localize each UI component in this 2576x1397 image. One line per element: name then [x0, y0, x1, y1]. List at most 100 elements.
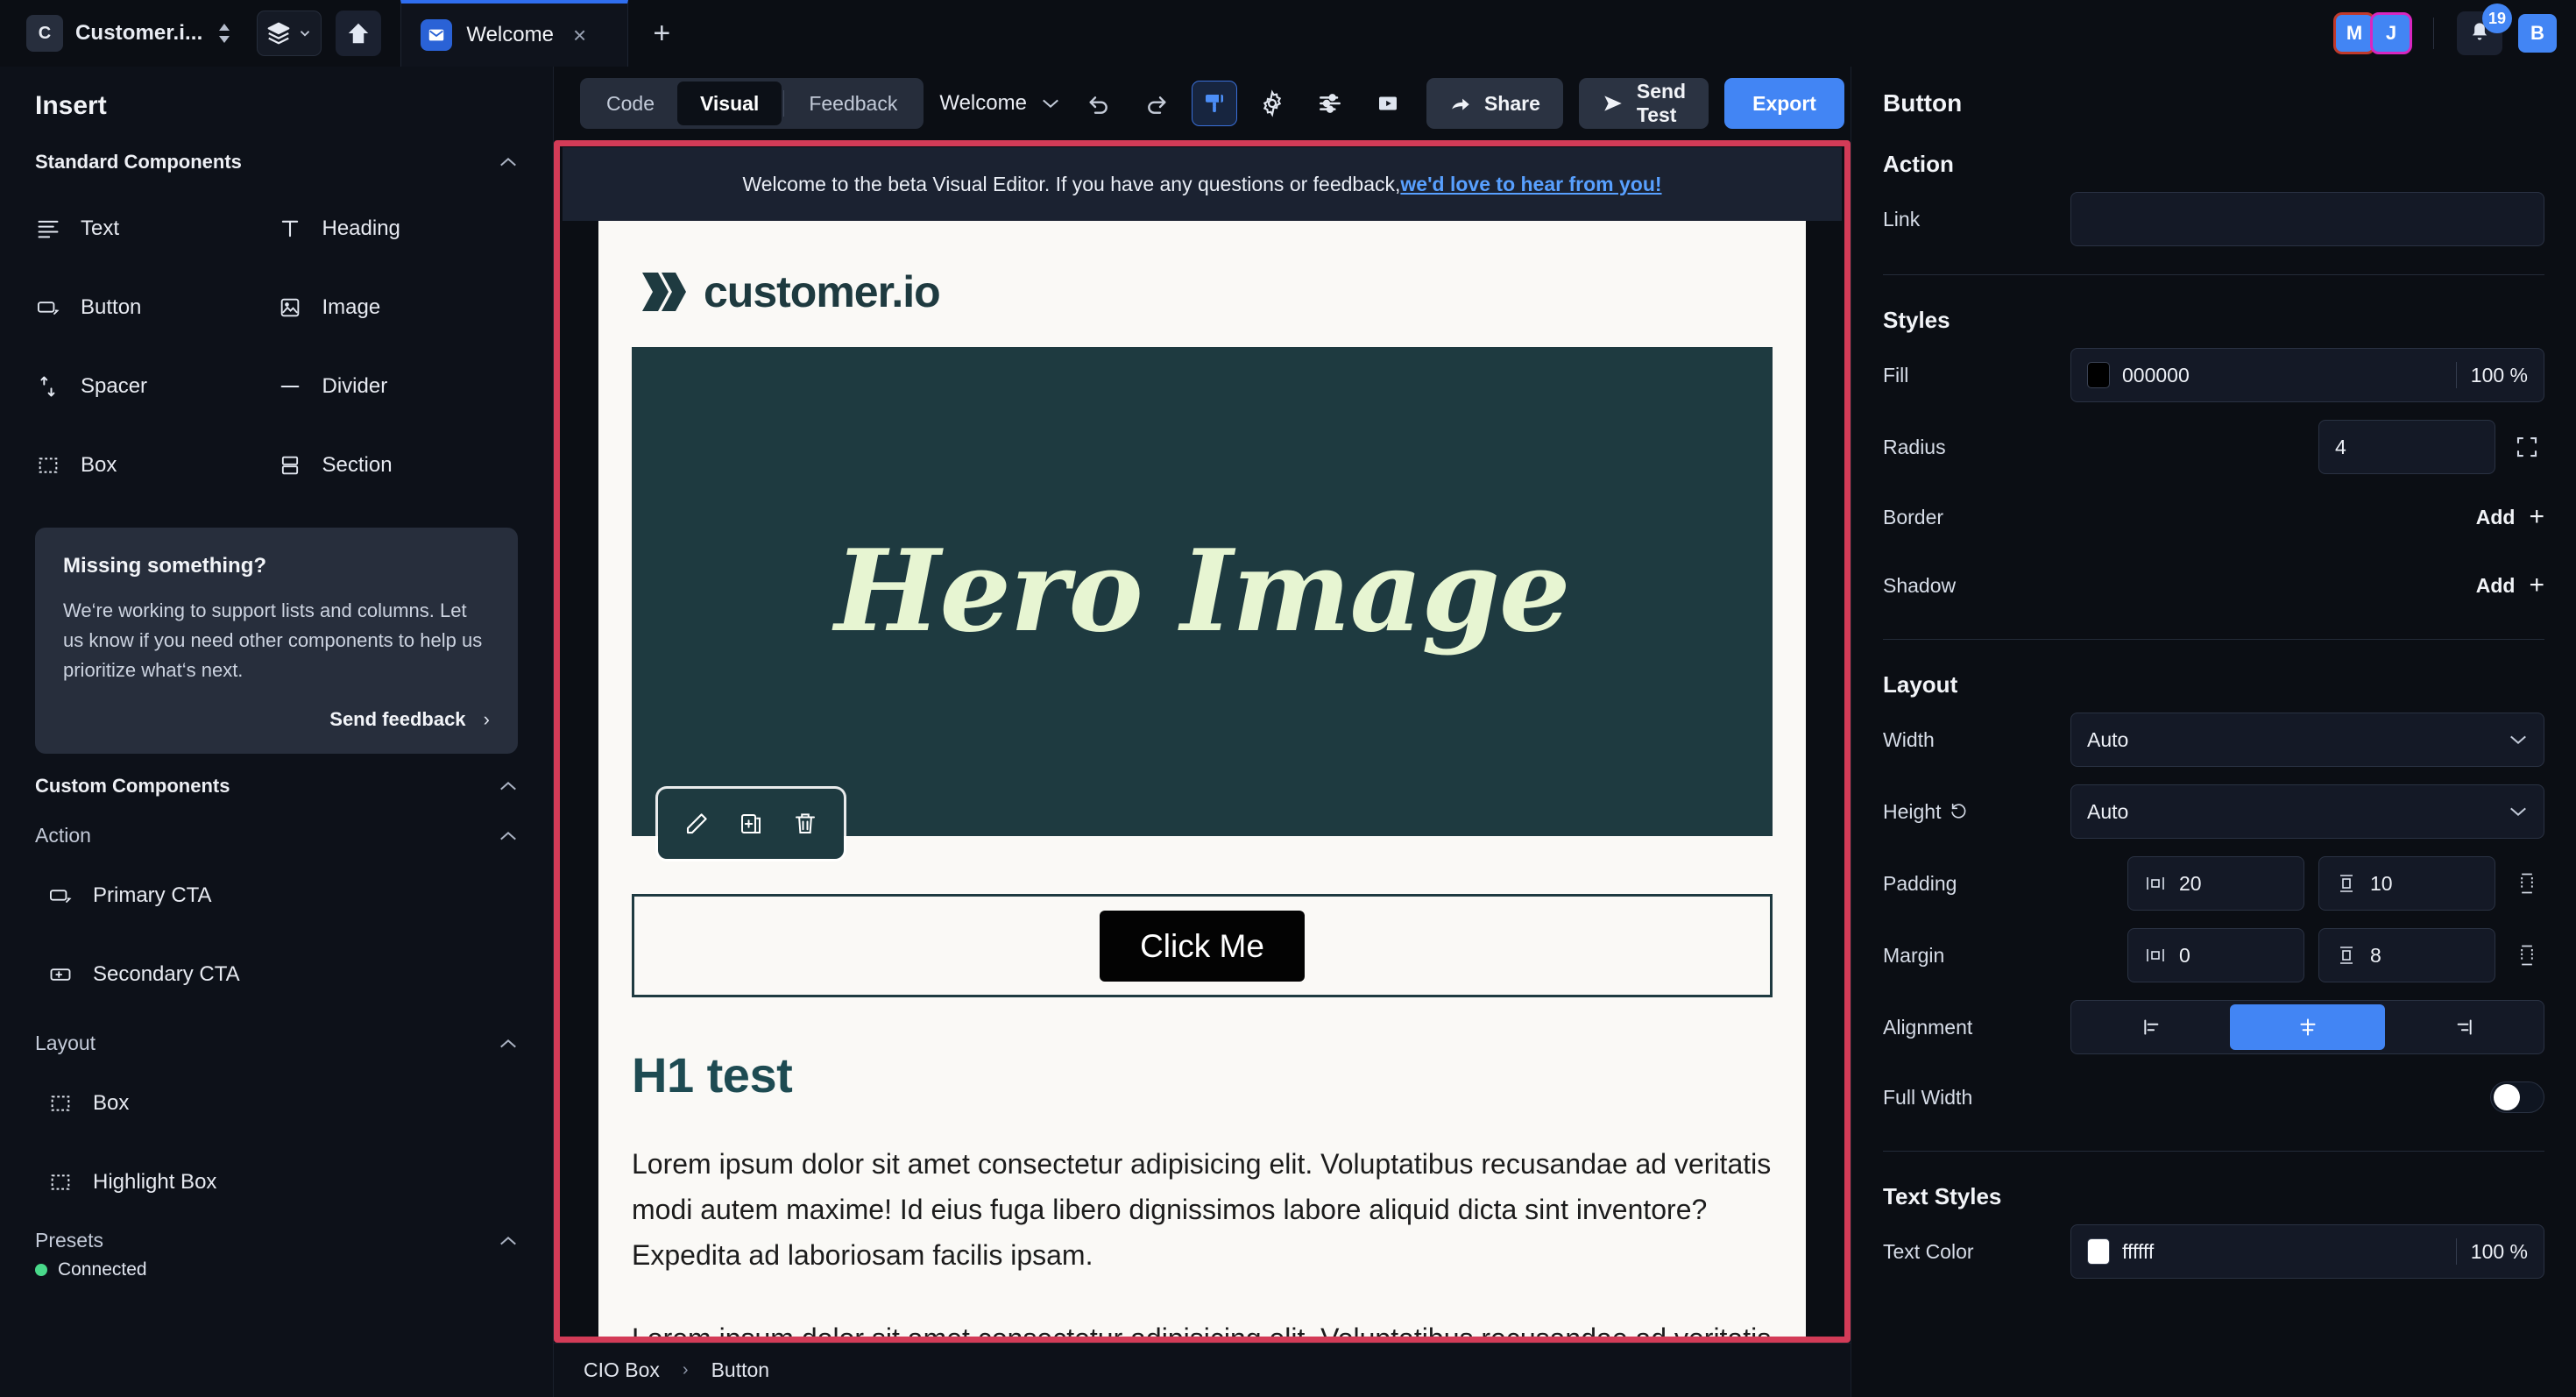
- text-color-input[interactable]: ffffff 100 %: [2070, 1224, 2544, 1279]
- text-color-swatch[interactable]: [2087, 1238, 2110, 1265]
- connection-status: Connected: [0, 1254, 553, 1294]
- tab-welcome[interactable]: Welcome ×: [400, 0, 629, 67]
- radius-input[interactable]: 4: [2318, 420, 2495, 474]
- group-label: Action: [35, 824, 91, 847]
- align-left-button[interactable]: [2075, 1004, 2230, 1050]
- padding-x-input[interactable]: 20: [2127, 856, 2304, 911]
- width-select[interactable]: Auto: [2070, 713, 2544, 767]
- vertical-margin-icon: [2335, 945, 2358, 966]
- row-padding: Padding 20 10: [1851, 847, 2576, 919]
- height-select[interactable]: Auto: [2070, 784, 2544, 839]
- margin-expand-icon[interactable]: [2509, 943, 2544, 968]
- send-feedback-link[interactable]: Send feedback ›: [63, 708, 490, 731]
- send-test-button[interactable]: Send Test: [1578, 78, 1709, 129]
- component-image[interactable]: Image: [277, 268, 519, 347]
- component-section[interactable]: Section: [277, 426, 519, 505]
- fill-hex-value: 000000: [2122, 363, 2190, 386]
- custom-components-header[interactable]: Custom Components: [0, 762, 553, 806]
- send-test-label: Send Test: [1636, 80, 1687, 126]
- full-width-toggle[interactable]: [2490, 1081, 2544, 1113]
- notifications-button[interactable]: 19: [2457, 4, 2512, 55]
- export-button[interactable]: Export: [1724, 78, 1844, 129]
- tab-code[interactable]: Code: [584, 82, 677, 125]
- button-block-selected[interactable]: Click Me: [632, 894, 1773, 997]
- chevron-up-icon: [499, 156, 518, 168]
- radius-expand-icon[interactable]: [2509, 434, 2544, 460]
- component-button[interactable]: Button: [35, 268, 277, 347]
- group-header-layout[interactable]: Layout: [0, 1014, 553, 1064]
- border-add-button[interactable]: Add +: [2476, 502, 2544, 532]
- duplicate-icon[interactable]: [728, 801, 774, 847]
- component-spacer[interactable]: Spacer: [35, 347, 277, 426]
- custom-item-box[interactable]: Box: [0, 1064, 553, 1143]
- padding-y-input[interactable]: 10: [2318, 856, 2495, 911]
- delete-trash-icon[interactable]: [782, 801, 828, 847]
- beta-banner-link[interactable]: we'd love to hear from you!: [1400, 173, 1661, 196]
- component-heading[interactable]: Heading: [277, 189, 519, 268]
- custom-item-label: Highlight Box: [93, 1170, 217, 1195]
- padding-expand-icon[interactable]: [2509, 871, 2544, 896]
- notification-badge: 19: [2482, 4, 2512, 33]
- email-heading[interactable]: H1 test: [632, 1046, 1773, 1103]
- avatar-m[interactable]: M: [2333, 12, 2375, 54]
- account-avatar[interactable]: B: [2518, 14, 2557, 53]
- close-icon[interactable]: ×: [573, 24, 586, 46]
- paintbrush-icon[interactable]: [1191, 81, 1237, 126]
- main-body: Insert Standard Components Text Heading …: [0, 67, 2576, 1397]
- custom-item-label: Primary CTA: [93, 883, 212, 908]
- align-right-button[interactable]: [2385, 1004, 2540, 1050]
- breadcrumb-parent[interactable]: CIO Box: [584, 1358, 660, 1382]
- avatar-j[interactable]: J: [2370, 12, 2412, 54]
- tab-feedback[interactable]: Feedback: [786, 82, 920, 125]
- tab-visual[interactable]: Visual: [676, 82, 782, 125]
- editor-toolbar: Code Visual Feedback Welcome Share Send …: [554, 67, 1851, 140]
- margin-x-input[interactable]: 0: [2127, 928, 2304, 982]
- link-input[interactable]: [2070, 192, 2544, 246]
- email-inner: customer.io Hero Image Click Me H1 test …: [598, 221, 1806, 1343]
- workspace-name: Customer.i...: [75, 21, 203, 45]
- layers-menu-button[interactable]: [257, 11, 322, 56]
- component-box[interactable]: Box: [35, 426, 277, 505]
- component-text[interactable]: Text: [35, 189, 277, 268]
- missing-card-title: Missing something?: [63, 554, 267, 578]
- plus-icon: +: [2529, 571, 2544, 599]
- undo-icon[interactable]: [1076, 81, 1122, 126]
- email-paragraph-2[interactable]: Lorem ipsum dolor sit amet consectetur a…: [632, 1316, 1773, 1343]
- component-label: Text: [81, 216, 120, 240]
- custom-item-secondary-cta[interactable]: Secondary CTA: [0, 935, 553, 1014]
- preview-play-icon[interactable]: [1365, 81, 1411, 126]
- email-paragraph-1[interactable]: Lorem ipsum dolor sit amet consectetur a…: [632, 1142, 1773, 1278]
- fill-input[interactable]: 000000 100 %: [2070, 348, 2544, 402]
- inspector-section-text-styles: Text Styles: [1883, 1183, 2002, 1209]
- shadow-add-button[interactable]: Add +: [2476, 571, 2544, 600]
- standard-components-header[interactable]: Standard Components: [0, 138, 553, 182]
- workspace-switcher[interactable]: C Customer.i...: [21, 11, 243, 56]
- component-label: Button: [81, 295, 142, 319]
- inspector-section-layout: Layout: [1883, 671, 1958, 698]
- button-icon: [47, 883, 74, 908]
- component-divider[interactable]: Divider: [277, 347, 519, 426]
- redo-icon[interactable]: [1134, 81, 1179, 126]
- custom-item-primary-cta[interactable]: Primary CTA: [0, 856, 553, 935]
- align-center-button[interactable]: [2230, 1004, 2385, 1050]
- margin-y-input[interactable]: 8: [2318, 928, 2495, 982]
- home-button[interactable]: [336, 11, 382, 56]
- edit-pencil-icon[interactable]: [674, 801, 719, 847]
- group-label: Layout: [35, 1032, 96, 1055]
- row-fill: Fill 000000 100 %: [1851, 339, 2576, 411]
- fill-color-swatch[interactable]: [2087, 362, 2110, 388]
- custom-item-highlight-box[interactable]: Highlight Box: [0, 1143, 553, 1222]
- gear-icon[interactable]: [1249, 81, 1295, 126]
- document-selector[interactable]: Welcome: [939, 91, 1060, 116]
- group-header-action[interactable]: Action: [0, 806, 553, 856]
- presets-header[interactable]: Presets: [0, 1222, 553, 1254]
- share-button[interactable]: Share: [1426, 78, 1563, 129]
- reset-icon[interactable]: [1950, 802, 1969, 821]
- email-scroll-container[interactable]: customer.io Hero Image Click Me H1 test …: [554, 221, 1851, 1343]
- sliders-icon[interactable]: [1307, 81, 1353, 126]
- hero-image-block[interactable]: Hero Image: [632, 347, 1773, 859]
- breadcrumb-current[interactable]: Button: [711, 1358, 770, 1382]
- vertical-padding-icon: [2335, 873, 2358, 894]
- new-tab-button[interactable]: +: [628, 18, 695, 48]
- email-cta-button[interactable]: Click Me: [1100, 910, 1305, 982]
